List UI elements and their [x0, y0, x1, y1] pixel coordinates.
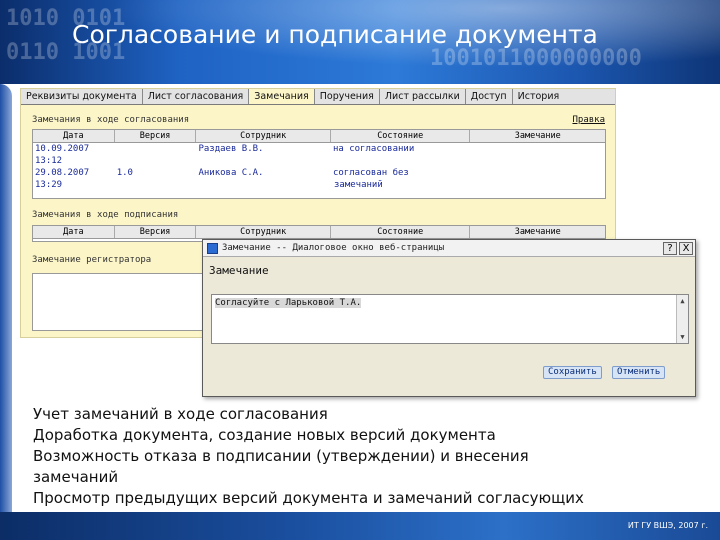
- cell-remark: [470, 144, 605, 155]
- cell-version: [115, 144, 197, 155]
- column-header[interactable]: Дата: [33, 226, 115, 238]
- remark-dialog: Замечание -- Диалоговое окно веб-страниц…: [202, 239, 696, 397]
- cell-employee: Аникова С.А.: [198, 168, 264, 178]
- dialog-label: Замечание: [209, 264, 269, 277]
- window-icon: [207, 242, 218, 254]
- column-header[interactable]: Замечание: [470, 226, 605, 238]
- cell-time: 13:12: [35, 156, 63, 166]
- table-header: Дата Версия Сотрудник Состояние Замечани…: [33, 130, 605, 143]
- tab-remarks[interactable]: Замечания: [249, 89, 315, 104]
- column-header[interactable]: Состояние: [331, 130, 471, 142]
- bullet-item: Возможность отказа в подписании (утвержд…: [33, 447, 529, 465]
- tab-requisites[interactable]: Реквизиты документа: [21, 89, 143, 104]
- remark-textarea[interactable]: Согласуйте с Ларьковой Т.А. ▲ ▼: [211, 294, 689, 344]
- dialog-titlebar: Замечание -- Диалоговое окно веб-страниц…: [203, 240, 695, 257]
- binary-decoration: 1001011000000000: [430, 46, 642, 71]
- slide-title: Согласование и подписание документа: [72, 20, 598, 49]
- slide-header: 1010 0101 0110 1001 1001011000000000 Сог…: [0, 0, 720, 84]
- column-header[interactable]: Состояние: [331, 226, 471, 238]
- bullet-item: замечаний: [33, 468, 119, 486]
- table-header: Дата Версия Сотрудник Состояние Замечани…: [33, 226, 605, 239]
- cell-version: 1.0: [116, 168, 133, 178]
- scroll-down-icon[interactable]: ▼: [678, 332, 687, 342]
- dialog-title: Замечание -- Диалоговое окно веб-страниц…: [222, 243, 445, 253]
- bullet-item: Учет замечаний в ходе согласования: [33, 405, 328, 423]
- cell-status: согласован без: [332, 168, 409, 178]
- tab-mailing-list[interactable]: Лист рассылки: [380, 89, 466, 104]
- column-header[interactable]: Замечание: [470, 130, 605, 142]
- cell-remark: [470, 168, 605, 179]
- column-header[interactable]: Версия: [115, 130, 197, 142]
- help-button[interactable]: ?: [663, 241, 677, 255]
- close-button[interactable]: X: [679, 241, 693, 255]
- cell-status-continued: замечаний: [334, 180, 383, 190]
- table-row[interactable]: 10.09.2007 Раздаев В.В. на согласовании: [33, 143, 605, 155]
- section-signing-heading: Замечания в ходе подписания: [32, 210, 179, 220]
- save-button[interactable]: Сохранить: [543, 366, 602, 379]
- remark-text: Согласуйте с Ларьковой Т.А.: [215, 298, 362, 308]
- column-header[interactable]: Версия: [115, 226, 197, 238]
- section-approval-heading: Замечания в ходе согласования: [32, 115, 190, 125]
- cancel-button[interactable]: Отменить: [612, 366, 666, 379]
- footer-text: ИТ ГУ ВШЭ, 2007 г.: [627, 521, 708, 530]
- cell-status: на согласовании: [332, 144, 415, 154]
- bullet-item: Просмотр предыдущих версий документа и з…: [33, 489, 584, 507]
- side-arc: [0, 84, 12, 514]
- tab-orders[interactable]: Поручения: [315, 89, 380, 104]
- table-row[interactable]: 29.08.2007 1.0 Аникова С.А. согласован б…: [33, 167, 605, 179]
- tab-access[interactable]: Доступ: [466, 89, 513, 104]
- tab-history[interactable]: История: [513, 89, 565, 104]
- bullet-list: Учет замечаний в ходе согласования Дораб…: [33, 404, 584, 509]
- cell-date: 10.09.2007: [35, 144, 90, 154]
- section-registrar-heading: Замечание регистратора: [32, 255, 152, 265]
- tab-approval-list[interactable]: Лист согласования: [143, 89, 250, 104]
- edit-link[interactable]: Правка: [572, 115, 605, 125]
- cell-employee: Раздаев В.В.: [198, 144, 264, 154]
- scroll-up-icon[interactable]: ▲: [678, 296, 687, 306]
- column-header[interactable]: Сотрудник: [196, 226, 331, 238]
- slide-footer: ИТ ГУ ВШЭ, 2007 г.: [0, 512, 720, 540]
- column-header[interactable]: Сотрудник: [196, 130, 331, 142]
- column-header[interactable]: Дата: [33, 130, 115, 142]
- table-row-continued: 13:29 замечаний: [33, 179, 605, 191]
- approval-remarks-table: Дата Версия Сотрудник Состояние Замечани…: [32, 129, 606, 199]
- tab-bar: Реквизиты документа Лист согласования За…: [21, 89, 615, 105]
- bullet-item: Доработка документа, создание новых верс…: [33, 426, 496, 444]
- cell-time: 13:29: [35, 180, 63, 190]
- table-row-continued: 13:12: [33, 155, 605, 167]
- textarea-scrollbar[interactable]: ▲ ▼: [676, 295, 688, 343]
- cell-date: 29.08.2007: [35, 168, 90, 178]
